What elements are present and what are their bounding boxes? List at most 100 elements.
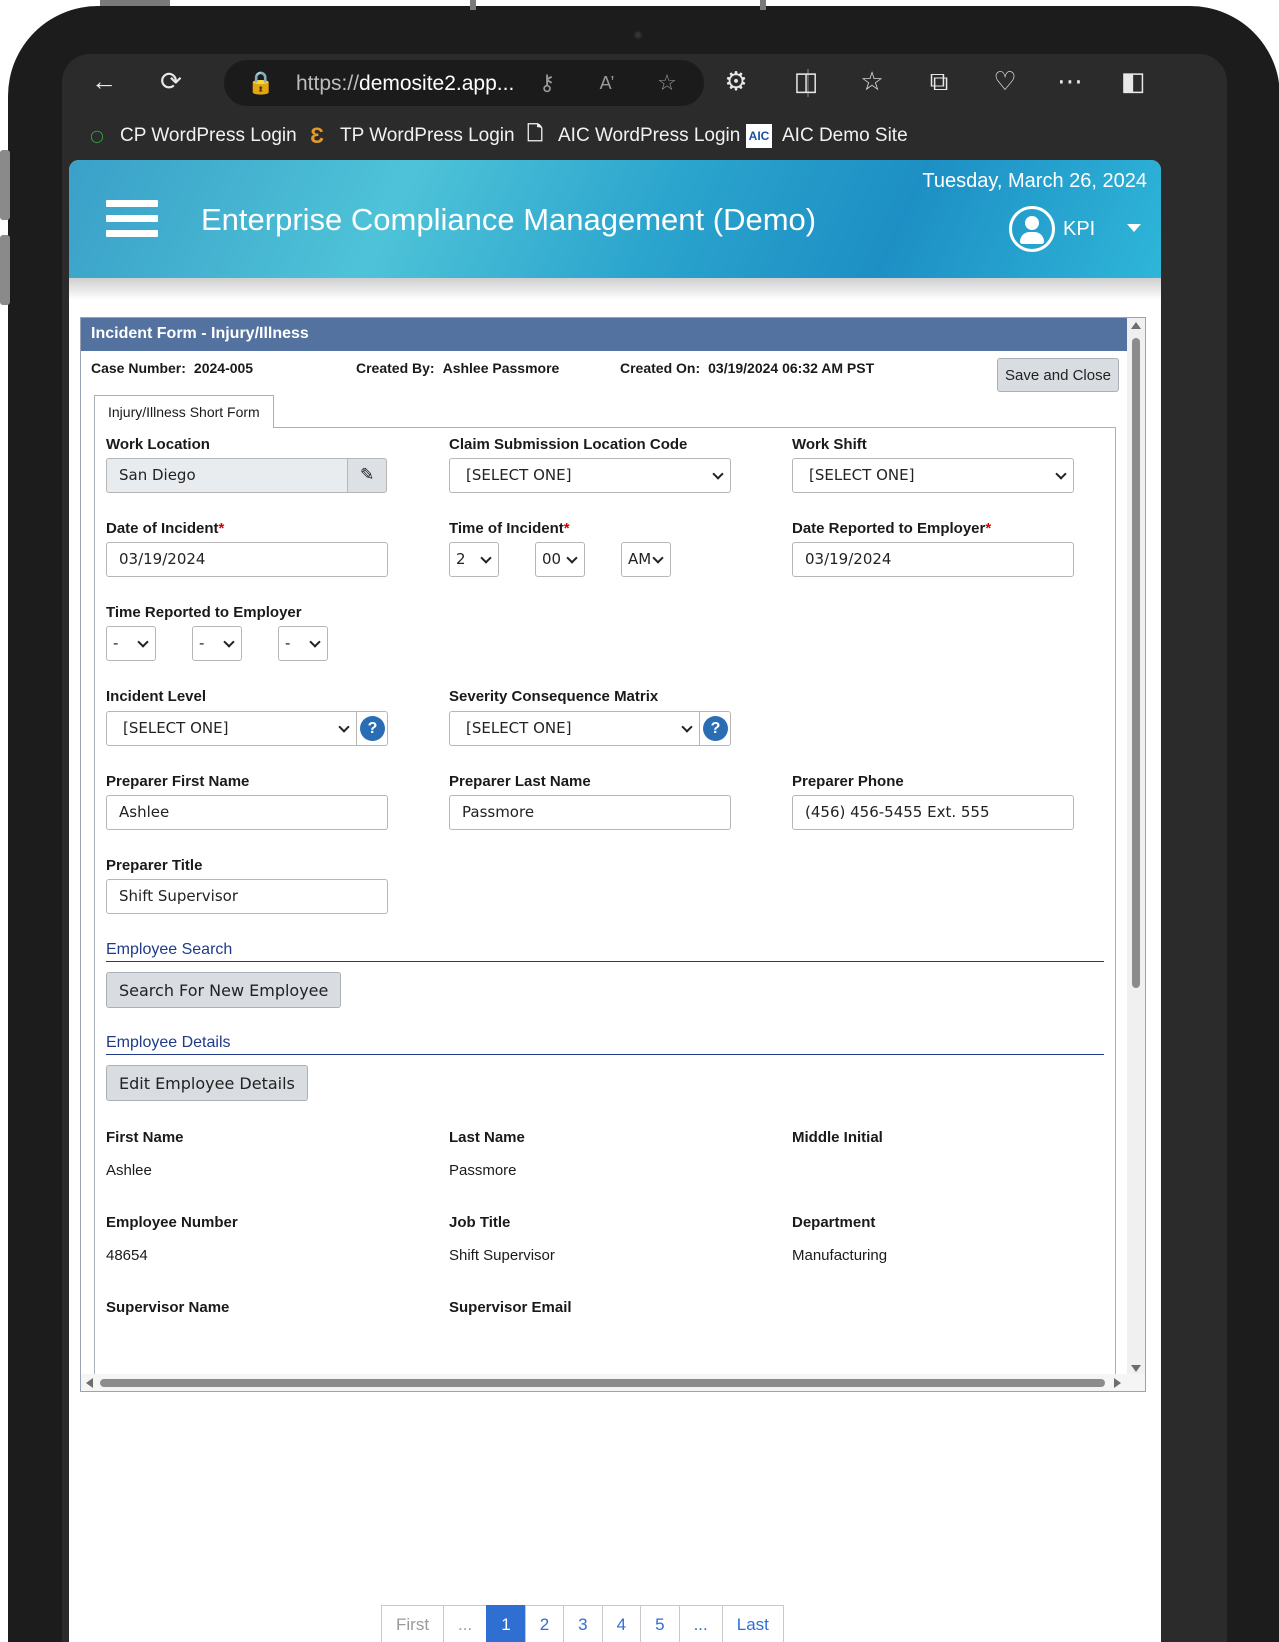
user-name[interactable]: KPI: [1063, 218, 1095, 241]
save-and-close-button[interactable]: Save and Close: [997, 358, 1119, 392]
time-incident-minute-select[interactable]: 00: [535, 542, 585, 577]
vertical-scrollbar[interactable]: [1127, 318, 1145, 1376]
created-on: Created On: 03/19/2024 06:32 AM PST: [620, 360, 874, 376]
tab-injury-short-form[interactable]: Injury/Illness Short Form: [94, 395, 274, 428]
extensions-icon[interactable]: ⚙: [719, 64, 753, 98]
app-title: Enterprise Compliance Management (Demo): [201, 202, 817, 237]
employee-number-value: 48654: [106, 1247, 148, 1264]
pager-last[interactable]: Last: [721, 1605, 784, 1642]
sidebar-toggle-icon[interactable]: ◧: [1116, 64, 1150, 98]
chevron-down-icon: [223, 636, 235, 648]
preparer-last-field[interactable]: Passmore: [449, 795, 731, 830]
url-text[interactable]: https://demosite2.app...: [296, 72, 514, 96]
preparer-title-field[interactable]: Shift Supervisor: [106, 879, 388, 914]
work-shift-select[interactable]: [SELECT ONE]: [792, 458, 1074, 493]
severity-label: Severity Consequence Matrix: [449, 688, 659, 705]
pager-page[interactable]: 4: [601, 1605, 641, 1642]
scroll-right-icon[interactable]: [1114, 1378, 1121, 1388]
date-reported-field[interactable]: 03/19/2024: [792, 542, 1074, 577]
web-page: Enterprise Compliance Management (Demo) …: [69, 160, 1161, 1642]
collections-icon[interactable]: ⧉: [922, 64, 956, 98]
employee-details-heading: Employee Details: [106, 1034, 1104, 1055]
severity-select[interactable]: [SELECT ONE]: [449, 711, 700, 746]
pager-page[interactable]: 5: [640, 1605, 679, 1642]
first-name-label: First Name: [106, 1129, 184, 1146]
user-avatar-icon[interactable]: [1009, 206, 1055, 252]
edit-employee-details-button[interactable]: Edit Employee Details: [106, 1065, 308, 1101]
chevron-down-icon: [681, 721, 693, 733]
pagination: First ... 1 2 3 4 5 ... Last: [381, 1605, 784, 1642]
pager-first[interactable]: First: [381, 1605, 444, 1642]
severity-help-button[interactable]: ?: [699, 711, 731, 746]
preparer-title-label: Preparer Title: [106, 857, 203, 874]
bookmark-tp[interactable]: Ɛ TP WordPress Login: [304, 123, 515, 148]
user-dropdown-caret-icon[interactable]: [1127, 224, 1141, 232]
preparer-phone-field[interactable]: (456) 456-5455 Ext. 555: [792, 795, 1074, 830]
chevron-down-icon: [480, 552, 492, 564]
work-location-label: Work Location: [106, 436, 210, 453]
job-title-label: Job Title: [449, 1214, 511, 1231]
current-date: Tuesday, March 26, 2024: [922, 170, 1147, 192]
supervisor-email-label: Supervisor Email: [449, 1299, 572, 1316]
bookmark-cp[interactable]: ◯ CP WordPress Login: [84, 124, 296, 148]
incident-level-select[interactable]: [SELECT ONE]: [106, 711, 357, 746]
hamburger-menu-icon[interactable]: [106, 200, 158, 244]
work-location-field[interactable]: San Diego: [106, 458, 348, 493]
scroll-up-icon[interactable]: [1131, 322, 1141, 329]
chevron-down-icon: [566, 552, 578, 564]
edit-location-button[interactable]: ✎: [347, 458, 387, 493]
horizontal-scrollbar[interactable]: [81, 1374, 1145, 1391]
browser-toolbar: ← ⟳ 🔒 https://demosite2.app... ⚷ A’ ☆ ⚙ …: [62, 54, 1227, 112]
page-icon: 🗋: [526, 123, 544, 145]
time-reported-minute-select[interactable]: -: [192, 626, 242, 661]
bookmark-aic-demo[interactable]: AIC AIC Demo Site: [746, 124, 908, 148]
tp-logo-icon: Ɛ: [310, 123, 324, 148]
incident-form-window: Incident Form - Injury/Illness Case Numb…: [80, 317, 1146, 1392]
date-incident-label: Date of Incident*: [106, 520, 225, 537]
pager-prev[interactable]: ...: [443, 1605, 487, 1642]
refresh-icon[interactable]: ⟳: [154, 64, 188, 98]
scroll-thumb[interactable]: [1132, 338, 1140, 988]
pager-next[interactable]: ...: [678, 1605, 722, 1642]
camera: [633, 30, 643, 40]
split-screen-icon[interactable]: ◫: [789, 64, 823, 98]
pager-page[interactable]: 2: [524, 1605, 564, 1642]
pager-page[interactable]: 3: [563, 1605, 602, 1642]
top-button: [760, 0, 766, 10]
pager-page[interactable]: 1: [486, 1605, 525, 1642]
scroll-left-icon[interactable]: [86, 1378, 93, 1388]
form-title: Incident Form - Injury/Illness: [81, 318, 1128, 351]
key-icon[interactable]: ⚷: [532, 66, 562, 100]
incident-level-help-button[interactable]: ?: [356, 711, 388, 746]
browser-essentials-icon[interactable]: ♡: [988, 64, 1022, 98]
claim-code-select[interactable]: [SELECT ONE]: [449, 458, 731, 493]
case-number-label: Case Number:: [91, 360, 186, 376]
bookmark-aic-wp[interactable]: 🗋 AIC WordPress Login: [522, 123, 740, 148]
power-button: [100, 0, 170, 6]
more-menu-icon[interactable]: ⋯: [1053, 64, 1087, 98]
time-reported-ampm-select[interactable]: -: [278, 626, 328, 661]
time-incident-hour-select[interactable]: 2: [449, 542, 499, 577]
time-incident-ampm-select[interactable]: AM: [621, 542, 671, 577]
time-reported-hour-select[interactable]: -: [106, 626, 156, 661]
date-incident-field[interactable]: 03/19/2024: [106, 542, 388, 577]
user-menu[interactable]: KPI: [1009, 206, 1095, 252]
department-label: Department: [792, 1214, 876, 1231]
created-on-value: 03/19/2024 06:32 AM PST: [708, 360, 875, 376]
address-bar[interactable]: 🔒 https://demosite2.app... ⚷ A’ ☆: [224, 60, 704, 106]
search-new-employee-button[interactable]: Search For New Employee: [106, 972, 342, 1008]
back-icon[interactable]: ←: [87, 64, 121, 98]
chevron-down-icon: [137, 636, 149, 648]
preparer-first-field[interactable]: Ashlee: [106, 795, 388, 830]
favorites-icon[interactable]: ☆: [855, 64, 889, 98]
incident-level-label: Incident Level: [106, 688, 207, 705]
favorite-star-icon[interactable]: ☆: [652, 66, 682, 100]
preparer-first-label: Preparer First Name: [106, 773, 250, 790]
lock-icon[interactable]: 🔒: [246, 66, 276, 100]
top-button: [470, 0, 476, 10]
middle-initial-label: Middle Initial: [792, 1129, 883, 1146]
scroll-down-icon[interactable]: [1131, 1365, 1141, 1372]
read-aloud-icon[interactable]: A’: [592, 66, 622, 100]
cp-logo-icon: ◯: [90, 129, 104, 143]
scroll-thumb[interactable]: [100, 1379, 1105, 1387]
